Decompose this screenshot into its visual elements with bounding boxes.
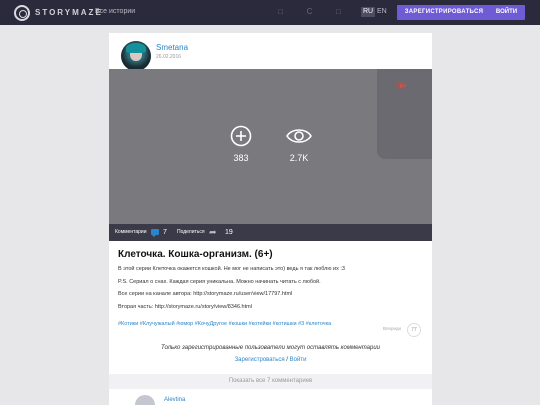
auth-separator: / [286,357,288,363]
show-all-comments-button[interactable]: Показать все 7 комментариев [109,374,432,389]
views-stat: 2.7K [279,125,319,163]
comments-notice: Только зарегистрированные пользователи м… [160,345,380,351]
ahead-label: Впереди [383,326,401,331]
share-label[interactable]: Поделиться [177,224,205,241]
share-count: 19 [225,229,233,236]
story-title: Клеточка. Кошка-организм. (6+) [118,249,273,260]
commenter-name[interactable]: Alevtina [164,397,185,403]
comments-label[interactable]: Комментарии [115,224,147,241]
story-paragraph: Вторая часть: http://storymaze.ru/story/… [118,304,252,310]
comment-icon[interactable] [151,229,159,237]
post-action-bar: Комментарии 7 Поделиться ➦ 19 [109,224,432,241]
register-link[interactable]: Зарегистроваться [235,357,285,363]
story-paragraph: Все серии на канале автора: http://story… [118,291,293,297]
story-preview[interactable]: 6+ 383 2.7K [109,69,432,241]
comments-count: 7 [163,229,167,236]
login-button[interactable]: ВОЙТИ [488,5,525,20]
eye-icon [279,125,319,147]
post-date: 26.02.2016 [156,54,182,60]
top-navbar: STORYMAZE Все истории □ C □ RU EN ЗАРЕГИ… [0,0,540,25]
author-name[interactable]: Smetana [156,43,188,52]
register-button[interactable]: ЗАРЕГИСТРИРОВАТЬСЯ [397,5,491,20]
lang-ru-button[interactable]: RU [361,7,376,17]
bookmark-icon[interactable]: □ [277,8,284,16]
square-icon[interactable]: □ [335,8,342,16]
login-link[interactable]: Войти [290,357,307,363]
views-count: 2.7K [289,153,309,163]
age-rating-badge: 6+ [395,79,411,96]
lang-en-button[interactable]: EN [375,7,389,17]
plus-count: 383 [233,153,249,163]
age-rating-text: 6+ [399,84,407,90]
comment-auth-links: Зарегистроваться / Войти [109,357,432,363]
brand-name[interactable]: STORYMAZE [35,8,103,17]
refresh-icon[interactable]: C [306,8,313,16]
story-paragraph: В этой серии Клеточка окажется кошкой. Н… [118,266,345,272]
share-icon[interactable]: ➦ [209,227,217,237]
nav-all-stories-link[interactable]: Все истории [95,8,135,15]
storymaze-logo-icon[interactable] [14,5,30,21]
story-paragraph: P.S. Сериал о снах. Каждая серия уникаль… [118,279,321,285]
plus-circle-icon [221,125,261,147]
story-tags[interactable]: #Котики #Клучужалый #юмор #КочуДругое #к… [118,320,363,328]
plus-stat[interactable]: 383 [221,125,261,163]
story-card: Smetana 26.02.2016 6+ 383 2.7K Комментар… [109,33,432,405]
ahead-count-badge: 77 [407,323,421,337]
author-avatar[interactable] [121,41,151,71]
commenter-avatar[interactable] [135,395,155,405]
